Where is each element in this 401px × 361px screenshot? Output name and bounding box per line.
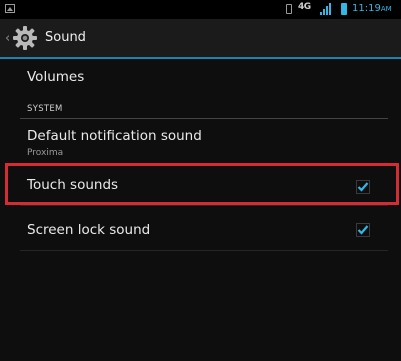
- list-item-notification-sound[interactable]: Default notification sound Proxima: [0, 120, 401, 163]
- image-notification-icon: [5, 4, 15, 13]
- network-type: 4G: [298, 2, 311, 12]
- screen-lock-sound-checkbox[interactable]: [356, 222, 370, 237]
- section-header-system: SYSTEM: [27, 104, 63, 114]
- divider: [20, 205, 388, 206]
- volumes-label: Volumes: [27, 69, 85, 85]
- screen-lock-sound-label: Screen lock sound: [27, 222, 151, 238]
- list-item-screen-lock-sound[interactable]: Screen lock sound: [0, 208, 401, 250]
- highlight-box: [5, 163, 399, 205]
- action-bar: ‹ Sound: [0, 19, 401, 59]
- status-bar: 4G 11:19AM: [0, 0, 401, 19]
- vibrate-icon: [286, 4, 292, 14]
- battery-icon: [341, 3, 347, 15]
- notification-sound-value: Proxima: [27, 148, 64, 158]
- back-caret-icon[interactable]: ‹: [5, 31, 10, 46]
- divider: [20, 250, 388, 251]
- signal-icon: [320, 3, 334, 15]
- settings-gear-icon[interactable]: [12, 25, 38, 51]
- page-title: Sound: [45, 30, 86, 45]
- notification-sound-label: Default notification sound: [27, 128, 202, 144]
- list-item-volumes[interactable]: Volumes: [0, 59, 401, 97]
- status-time: 11:19AM: [352, 3, 392, 14]
- section-divider: [20, 118, 388, 119]
